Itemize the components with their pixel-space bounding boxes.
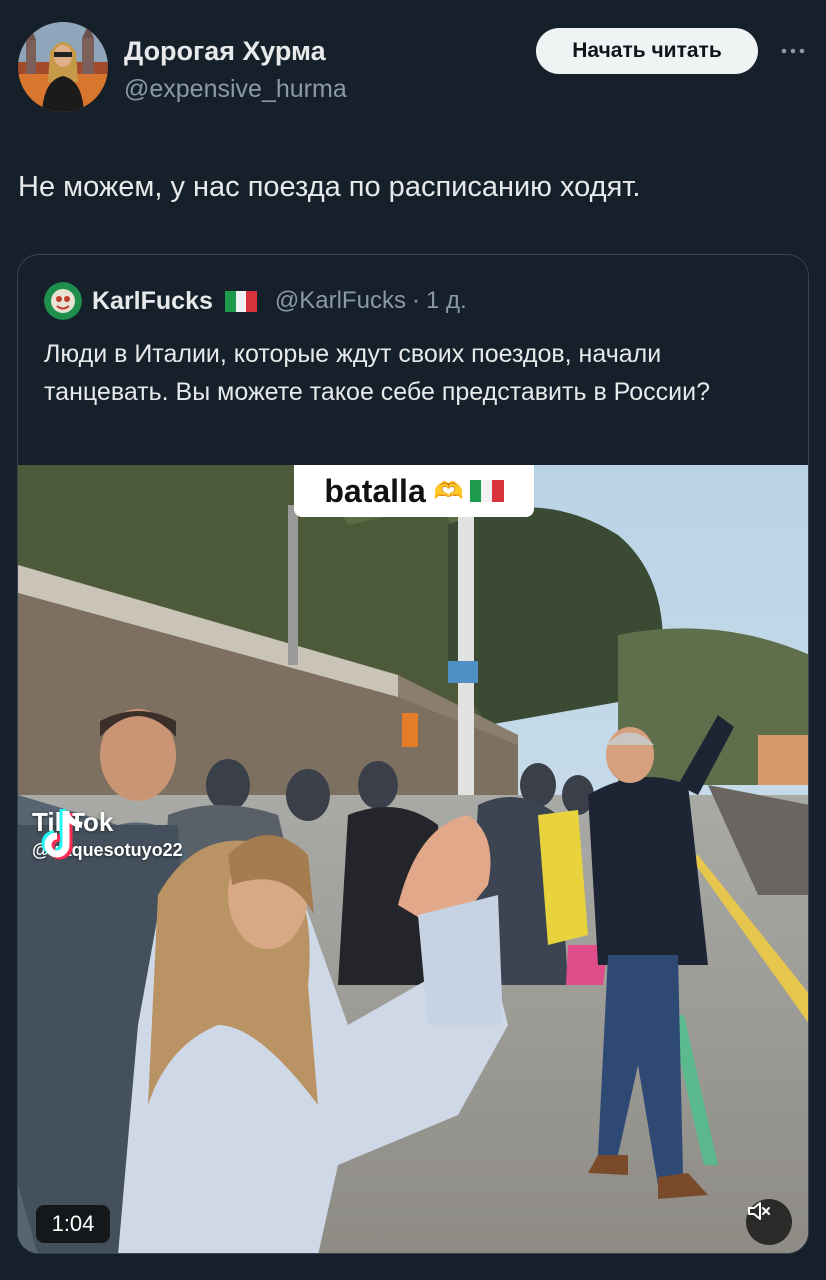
author-avatar[interactable] [18,22,108,112]
video-caption: batalla 🫶 [294,465,534,517]
tiktok-watermark: TikTok @ raquesotuyo22 [32,805,183,861]
follow-button[interactable]: Начать читать [536,28,758,74]
quoted-tweet[interactable]: KarlFucks @KarlFucks · 1 д. Люди в Итали… [17,254,809,1254]
tweet-author: Дорогая Хурма @expensive_hurma Начать чи… [18,22,808,114]
more-horizontal-icon[interactable] [776,36,810,66]
separator-dot: · [411,287,420,314]
volume-muted-icon[interactable] [746,1199,792,1245]
italy-flag-icon [469,480,504,502]
video-caption-text: batalla [324,472,426,509]
italy-flag-icon [224,290,257,312]
quoted-timestamp[interactable]: 1 д. [426,287,467,315]
author-name[interactable]: Дорогая Хурма [124,36,326,67]
tweet-text: Не можем, у нас поезда по расписанию ход… [18,171,641,203]
quoted-author-avatar[interactable] [44,282,82,320]
heart-hands-icon: 🫶 [433,477,464,505]
tiktok-logo-icon [41,809,83,860]
quoted-tweet-header: KarlFucks @KarlFucks · 1 д. [44,281,784,321]
video-player[interactable]: batalla 🫶 TikTok @ raquesotuyo22 1:04 [18,465,808,1253]
quoted-author-handle[interactable]: @KarlFucks [275,287,406,315]
quoted-author-name[interactable]: KarlFucks [92,287,213,316]
quoted-tweet-text: Люди в Италии, которые ждут своих поездо… [44,340,710,406]
video-duration: 1:04 [36,1205,110,1243]
author-handle[interactable]: @expensive_hurma [124,75,347,104]
